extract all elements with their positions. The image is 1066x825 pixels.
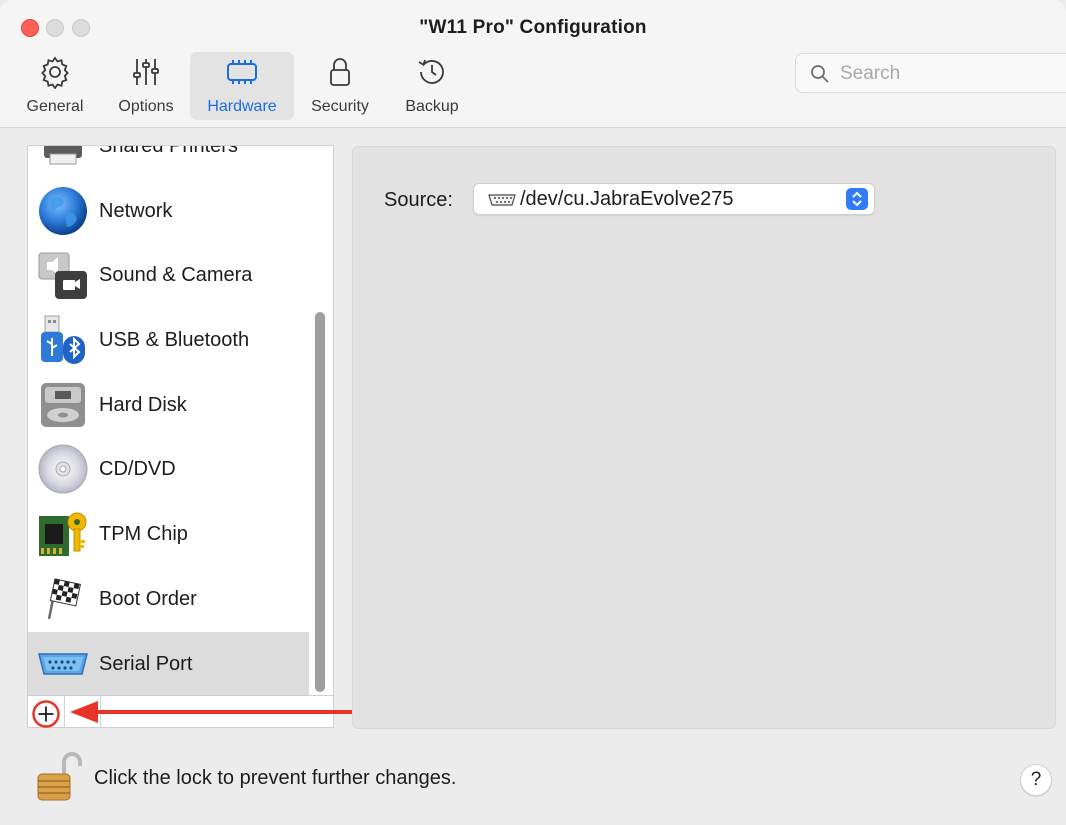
toolbar-security[interactable]: Security xyxy=(300,52,380,120)
window-title: "W11 Pro" Configuration xyxy=(419,17,647,38)
toolbar-backup[interactable]: Backup xyxy=(394,52,470,120)
sidebar-item-label: Shared Printers xyxy=(99,145,238,157)
clock-history-icon xyxy=(394,52,470,92)
speaker-camera-icon xyxy=(37,249,89,301)
toolbar-hardware[interactable]: Hardware xyxy=(190,52,294,120)
source-label: Source: xyxy=(384,189,453,211)
cd-icon xyxy=(37,443,89,495)
sidebar-item-label: Sound & Camera xyxy=(99,263,253,286)
sidebar-item-cd-dvd[interactable]: CD/DVD xyxy=(28,437,309,501)
sidebar-item-usb-bluetooth[interactable]: USB & Bluetooth xyxy=(28,308,309,372)
add-icon xyxy=(32,700,60,728)
checkered-flag-icon xyxy=(37,573,89,625)
add-device-button[interactable] xyxy=(31,699,61,729)
tpm-chip-icon xyxy=(37,508,89,560)
sidebar-item-shared-printers[interactable]: Shared Printers xyxy=(28,145,309,178)
chip-icon xyxy=(190,52,294,92)
sidebar-item-network[interactable]: Network xyxy=(28,179,309,243)
lock-status-text: Click the lock to prevent further change… xyxy=(94,767,457,789)
chevron-up-down-icon xyxy=(846,188,868,210)
toolbar-options-label: Options xyxy=(118,98,174,115)
sidebar-item-label: Hard Disk xyxy=(99,393,187,416)
serial-port-small-icon xyxy=(488,193,516,212)
list-scrollbar[interactable] xyxy=(315,312,325,692)
sidebar-item-sound-camera[interactable]: Sound & Camera xyxy=(28,243,309,307)
configuration-window: "W11 Pro" Configuration General Options … xyxy=(0,0,1066,825)
hard-disk-icon xyxy=(37,379,89,431)
toolbar-general[interactable]: General xyxy=(18,52,92,120)
toolbar-security-label: Security xyxy=(311,98,369,115)
hardware-list: Shared Printers Network Sound & Camera U… xyxy=(27,145,334,696)
sidebar-item-label: TPM Chip xyxy=(99,522,188,545)
sidebar-item-label: Network xyxy=(99,199,173,222)
sliders-icon xyxy=(108,52,184,92)
globe-icon xyxy=(37,185,89,237)
toolbar-hardware-label: Hardware xyxy=(207,98,277,115)
lock-icon xyxy=(300,52,380,92)
sidebar-item-label: Serial Port xyxy=(99,652,193,675)
padlock-open-icon[interactable] xyxy=(36,752,82,807)
sidebar-item-hard-disk[interactable]: Hard Disk xyxy=(28,373,309,437)
toolbar-general-label: General xyxy=(26,98,84,115)
sidebar-item-label: CD/DVD xyxy=(99,457,176,480)
gear-icon xyxy=(18,52,92,92)
source-value: /dev/cu.JabraEvolve275 xyxy=(520,188,734,210)
toolbar-options[interactable]: Options xyxy=(108,52,184,120)
search-placeholder: Search xyxy=(840,63,901,84)
device-detail-panel xyxy=(352,146,1056,729)
sidebar-item-serial-port[interactable]: Serial Port xyxy=(28,632,309,695)
printer-icon xyxy=(37,146,89,172)
help-button[interactable]: ? xyxy=(1020,764,1052,796)
search-field[interactable]: Search xyxy=(795,53,1066,93)
usb-bluetooth-icon xyxy=(37,314,89,366)
serial-port-icon xyxy=(37,638,89,690)
title-toolbar-area: "W11 Pro" Configuration General Options … xyxy=(0,0,1066,128)
sidebar-item-label: Boot Order xyxy=(99,587,197,610)
toolbar-backup-label: Backup xyxy=(405,98,459,115)
search-icon xyxy=(810,64,830,89)
source-select[interactable]: /dev/cu.JabraEvolve275 xyxy=(473,183,875,215)
sidebar-item-label: USB & Bluetooth xyxy=(99,328,250,351)
sidebar-item-tpm-chip[interactable]: TPM Chip xyxy=(28,502,309,566)
sidebar-item-boot-order[interactable]: Boot Order xyxy=(28,567,309,631)
